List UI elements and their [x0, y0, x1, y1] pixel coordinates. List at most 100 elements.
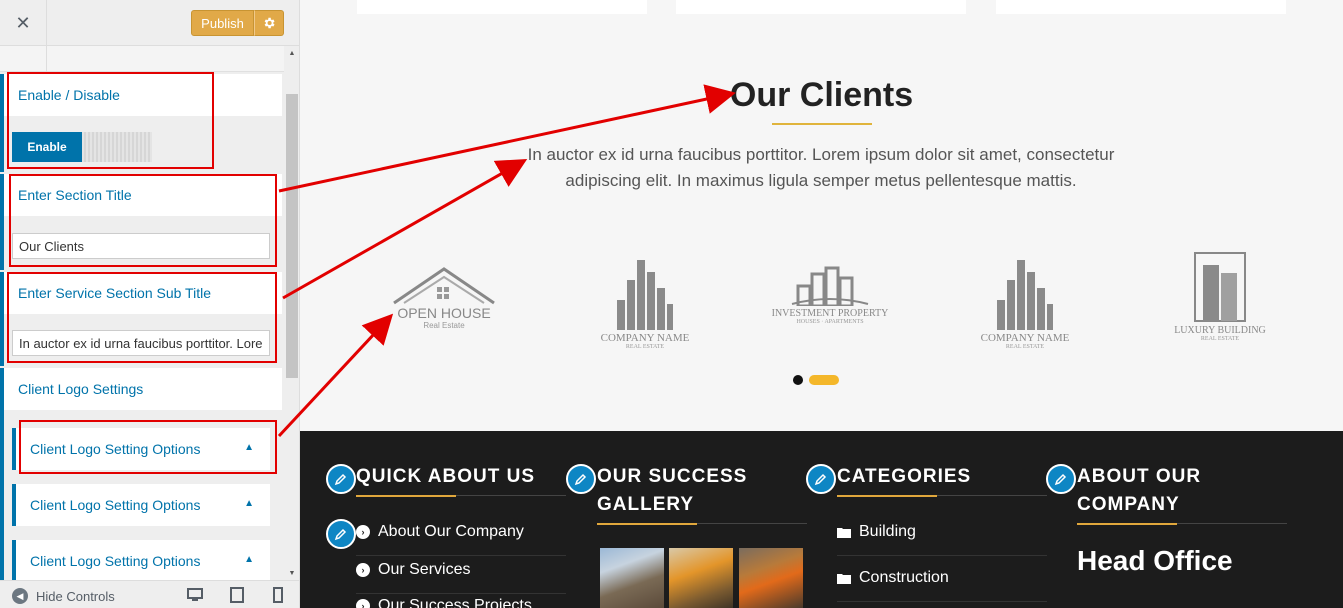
clients-section-subtitle: In auctor ex id urna faucibus porttitor.… — [527, 145, 1115, 190]
scrollbar-thumb[interactable] — [286, 94, 298, 378]
logo-name: COMPANY NAME — [600, 332, 690, 344]
footer-heading-gallery: OUR SUCCESS GALLERY — [597, 463, 747, 519]
collapse-icon: ◀ — [12, 588, 28, 604]
publish-button[interactable]: Publish — [191, 10, 254, 36]
footer-heading-underline — [837, 495, 937, 497]
service-card — [996, 0, 1286, 14]
client-logo-company-1[interactable]: COMPANY NAME REAL ESTATE — [590, 240, 700, 350]
section-nav-strip — [0, 46, 284, 72]
chevron-right-icon: › — [356, 599, 370, 608]
client-logo-luxury-building[interactable]: LUXURY BUILDING REAL ESTATE — [1160, 250, 1280, 342]
logo-subtext: REAL ESTATE — [1005, 344, 1045, 350]
footer-link-label: About Our Company — [378, 523, 524, 540]
sidebar-header: ✕ Publish — [0, 0, 299, 46]
edit-pencil-icon[interactable] — [326, 519, 356, 549]
scroll-up-icon[interactable]: ▲ — [284, 46, 299, 60]
section-title-control-title[interactable]: Enter Section Title — [0, 174, 282, 216]
scroll-down-icon[interactable]: ▼ — [284, 566, 299, 580]
desktop-preview-icon[interactable] — [187, 587, 203, 603]
folder-icon — [837, 528, 851, 538]
footer-link-services[interactable]: › Our Services — [356, 561, 470, 579]
footer-heading-underline — [1077, 523, 1177, 525]
client-logo-option-3[interactable]: Client Logo Setting Options ▲ — [12, 540, 270, 582]
close-icon: ✕ — [15, 12, 31, 33]
logo-subtext: REAL ESTATE — [625, 344, 665, 350]
footer-link-projects[interactable]: › Our Success Projects — [356, 597, 532, 608]
section-title-input[interactable] — [12, 233, 270, 259]
service-card — [676, 0, 966, 14]
footer-link-separator — [837, 601, 1047, 602]
footer-heading-underline — [356, 495, 456, 497]
towers-logo-icon — [617, 260, 673, 330]
logo-name: COMPANY NAME — [980, 332, 1070, 344]
footer-link-separator — [356, 593, 566, 594]
enable-toggle-on: Enable — [12, 132, 82, 162]
caret-up-icon: ▲ — [244, 442, 254, 453]
client-logo-settings-title[interactable]: Client Logo Settings — [0, 368, 282, 410]
publish-settings-button[interactable] — [254, 10, 284, 36]
footer-link-label: Our Services — [378, 561, 471, 578]
clients-section-title: Our Clients — [729, 76, 914, 114]
caret-up-icon: ▲ — [244, 498, 254, 509]
client-logo-option-label: Client Logo Setting Options — [30, 497, 201, 513]
client-logo-open-house[interactable]: OPEN HOUSE Real Estate — [384, 250, 504, 330]
mobile-preview-icon[interactable] — [270, 587, 286, 603]
logo-name: INVESTMENT PROPERTY — [771, 308, 889, 319]
logo-subtext: HOUSES · APARTMENTS — [796, 319, 864, 325]
footer-heading-line: GALLERY — [597, 494, 695, 515]
carousel-dots — [793, 375, 839, 385]
customizer-footer: ◀ Hide Controls — [0, 580, 299, 608]
carousel-dot[interactable] — [793, 375, 803, 385]
footer-heading-underline — [597, 523, 697, 525]
client-logo-option-2[interactable]: Client Logo Setting Options ▲ — [12, 484, 270, 526]
site-preview: Our Clients In auctor ex id urna faucibu… — [300, 0, 1343, 608]
head-office-heading: Head Office — [1077, 545, 1233, 576]
tablet-preview-icon[interactable] — [229, 587, 245, 603]
logo-name: LUXURY BUILDING — [1174, 325, 1266, 336]
edit-pencil-icon[interactable] — [1046, 464, 1076, 494]
client-logo-investment-property[interactable]: INVESTMENT PROPERTY HOUSES · APARTMENTS — [770, 255, 890, 325]
footer-heading-line: COMPANY — [1077, 494, 1180, 515]
customizer-sidebar: ✕ Publish Enable / Disable Enter Section… — [0, 0, 300, 608]
gallery-thumbnail[interactable] — [669, 548, 733, 608]
sub-title-input[interactable] — [12, 330, 270, 356]
edit-pencil-icon[interactable] — [566, 464, 596, 494]
towers-logo-icon — [997, 260, 1053, 330]
building-logo-icon — [1194, 252, 1246, 322]
enable-disable-control-title[interactable]: Enable / Disable — [0, 74, 282, 116]
footer-link-about-company[interactable]: › About Our Company — [356, 523, 524, 541]
folder-icon — [837, 574, 851, 584]
gallery-thumbnail[interactable] — [739, 548, 803, 608]
footer-link-separator — [837, 555, 1047, 556]
footer-link-separator — [356, 555, 566, 556]
client-logo-option-label: Client Logo Setting Options — [30, 553, 201, 569]
sub-title-control-title[interactable]: Enter Service Section Sub Title — [0, 272, 282, 314]
hide-controls-label: Hide Controls — [36, 588, 115, 604]
hide-controls-button[interactable]: ◀ Hide Controls — [12, 588, 115, 604]
footer-link-label: Our Success Projects — [378, 597, 532, 608]
chevron-right-icon: › — [356, 563, 370, 577]
edit-pencil-icon[interactable] — [806, 464, 836, 494]
title-underline — [772, 123, 872, 125]
gallery-thumbnail[interactable] — [600, 548, 664, 608]
footer-category-building[interactable]: Building — [837, 523, 916, 541]
logo-subtext: Real Estate — [423, 321, 465, 330]
footer-heading-categories: CATEGORIES — [837, 466, 972, 487]
client-logo-company-2[interactable]: COMPANY NAME REAL ESTATE — [970, 240, 1080, 350]
footer-heading-line: ABOUT OUR — [1077, 466, 1202, 487]
close-customizer-button[interactable]: ✕ — [0, 0, 47, 46]
edit-pencil-icon[interactable] — [326, 464, 356, 494]
footer-category-label: Building — [859, 523, 916, 540]
client-logo-option-1[interactable]: Client Logo Setting Options ▲ — [12, 428, 270, 470]
footer-heading-about-company: ABOUT OUR COMPANY — [1077, 463, 1201, 519]
site-footer: QUICK ABOUT US › About Our Company › Our… — [300, 431, 1343, 608]
enable-toggle[interactable]: Enable — [12, 132, 152, 162]
sidebar-scrollbar[interactable]: ▲ ▼ — [284, 46, 299, 580]
chevron-right-icon: › — [356, 525, 370, 539]
footer-heading-quick-about: QUICK ABOUT US — [356, 466, 536, 487]
logo-name: OPEN HOUSE — [397, 305, 491, 321]
skyline-logo-icon — [791, 266, 869, 306]
footer-category-construction[interactable]: Construction — [837, 569, 949, 587]
carousel-dot-active[interactable] — [809, 375, 839, 385]
client-logo-option-label: Client Logo Setting Options — [30, 441, 201, 457]
